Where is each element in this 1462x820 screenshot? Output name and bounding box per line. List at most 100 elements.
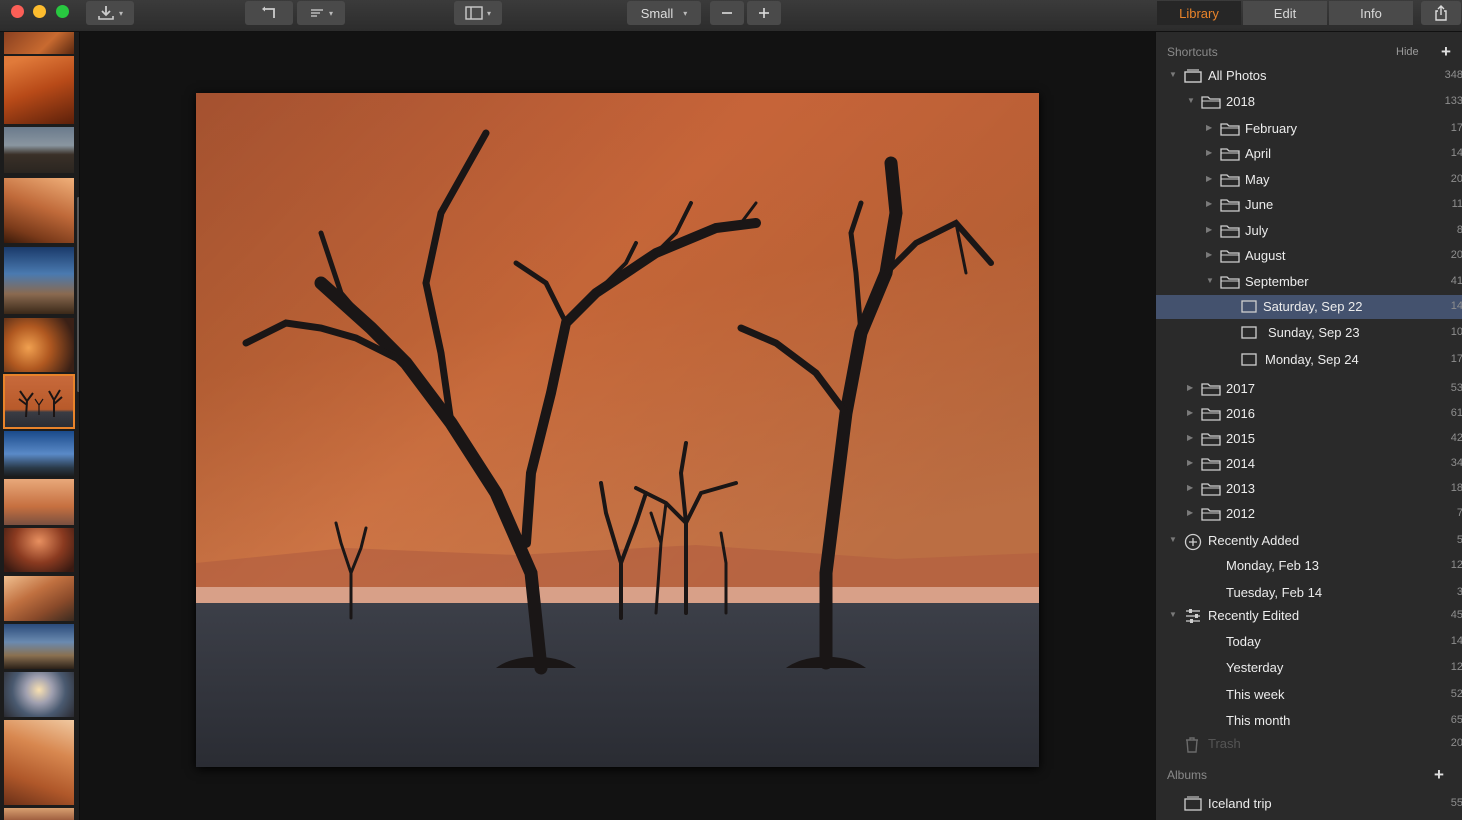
- sidebar-item-count: 5: [1433, 534, 1462, 546]
- sidebar-item-label: Recently Edited: [1208, 608, 1300, 623]
- thumbnail-size-select[interactable]: Small ▾: [627, 1, 701, 25]
- sidebar-item-label: 2014: [1226, 456, 1255, 471]
- sidebar-item-sunday-sep-23[interactable]: Sunday, Sep 23 10: [1156, 321, 1462, 345]
- sidebar-item-2018[interactable]: ▼ 2018 133: [1156, 90, 1462, 114]
- sidebar-item-2014[interactable]: ▶ 2014 34: [1156, 452, 1462, 476]
- sidebar-item-this-month[interactable]: This month 65: [1156, 709, 1462, 733]
- sidebar-item-today[interactable]: Today 14: [1156, 630, 1462, 654]
- sidebar-item-september[interactable]: ▼ September 41: [1156, 270, 1462, 294]
- zoom-in-button[interactable]: [747, 1, 781, 25]
- tab-library[interactable]: Library: [1157, 1, 1241, 25]
- add-album-button[interactable]: +: [1434, 766, 1444, 783]
- thumbnail[interactable]: [4, 127, 74, 173]
- disclosure-collapsed-icon[interactable]: ▶: [1187, 433, 1193, 442]
- thumbnail[interactable]: [4, 808, 74, 820]
- disclosure-collapsed-icon[interactable]: ▶: [1187, 458, 1193, 467]
- thumbnail[interactable]: [4, 720, 74, 805]
- sidebar-item-recently-edited[interactable]: ▼ Recently Edited 45: [1156, 604, 1462, 628]
- sidebar-item-tuesday-feb-14[interactable]: Tuesday, Feb 14 3: [1156, 581, 1462, 605]
- sidebar-item-2015[interactable]: ▶ 2015 42: [1156, 427, 1462, 451]
- sliders-icon: [1184, 608, 1202, 629]
- thumbnail[interactable]: [4, 431, 74, 477]
- sidebar-item-count: 10: [1450, 326, 1462, 338]
- disclosure-collapsed-icon[interactable]: ▶: [1206, 174, 1212, 183]
- disclosure-expanded-icon[interactable]: ▼: [1169, 610, 1177, 619]
- sidebar-item-2012[interactable]: ▶ 2012 7: [1156, 502, 1462, 526]
- day-icon: [1240, 299, 1258, 319]
- sidebar-item-yesterday[interactable]: Yesterday 12: [1156, 656, 1462, 680]
- sidebar-item-iceland-trip[interactable]: Iceland trip 55: [1156, 792, 1462, 816]
- thumbnail[interactable]: [4, 318, 74, 372]
- sidebar-item-february[interactable]: ▶ February 17: [1156, 117, 1462, 141]
- disclosure-collapsed-icon[interactable]: ▶: [1187, 383, 1193, 392]
- add-shortcut-button[interactable]: +: [1441, 43, 1451, 60]
- share-button[interactable]: [1421, 1, 1461, 25]
- tab-edit[interactable]: Edit: [1243, 1, 1327, 25]
- sidebar-item-label: May: [1245, 172, 1270, 187]
- folder-icon: [1201, 381, 1221, 401]
- disclosure-expanded-icon[interactable]: ▼: [1169, 70, 1177, 79]
- folder-icon: [1220, 121, 1240, 141]
- sidebar-item-this-week[interactable]: This week 52: [1156, 683, 1462, 707]
- sidebar-item-april[interactable]: ▶ April 14: [1156, 142, 1462, 166]
- disclosure-collapsed-icon[interactable]: ▶: [1187, 483, 1193, 492]
- sidebar-item-trash[interactable]: Trash 20: [1156, 732, 1462, 756]
- disclosure-collapsed-icon[interactable]: ▶: [1206, 250, 1212, 259]
- sidebar-item-label: 2018: [1226, 94, 1255, 109]
- disclosure-expanded-icon[interactable]: ▼: [1169, 535, 1177, 544]
- sidebar-item-2017[interactable]: ▶ 2017 53: [1156, 377, 1462, 401]
- sidebar-item-count: 45: [1450, 609, 1462, 621]
- disclosure-collapsed-icon[interactable]: ▶: [1187, 508, 1193, 517]
- sidebar-item-monday-sep-24[interactable]: Monday, Sep 24 17: [1156, 348, 1462, 372]
- sort-button[interactable]: ▾: [297, 1, 345, 25]
- sidebar-item-saturday-sep-22[interactable]: Saturday, Sep 22 14: [1156, 295, 1462, 319]
- sidebar-item-all-photos[interactable]: ▼ All Photos 348: [1156, 64, 1462, 88]
- disclosure-expanded-icon[interactable]: ▼: [1206, 276, 1214, 285]
- sidebar-item-monday-feb-13[interactable]: Monday, Feb 13 12: [1156, 554, 1462, 578]
- minimize-window-button[interactable]: [33, 5, 46, 18]
- zoom-window-button[interactable]: [56, 5, 69, 18]
- sidebar-item-june[interactable]: ▶ June 11: [1156, 193, 1462, 217]
- sidebar-item-july[interactable]: ▶ July 8: [1156, 219, 1462, 243]
- hide-shortcuts-button[interactable]: Hide: [1396, 46, 1419, 58]
- thumbnail[interactable]: [4, 247, 74, 314]
- sidebar-item-count: 7: [1433, 507, 1462, 519]
- disclosure-collapsed-icon[interactable]: ▶: [1206, 199, 1212, 208]
- disclosure-expanded-icon[interactable]: ▼: [1187, 96, 1195, 105]
- thumbnail[interactable]: [4, 178, 74, 243]
- thumbnail[interactable]: [4, 528, 74, 572]
- sidebar-item-august[interactable]: ▶ August 20: [1156, 244, 1462, 268]
- disclosure-collapsed-icon[interactable]: ▶: [1206, 123, 1212, 132]
- sidebar-item-2016[interactable]: ▶ 2016 61: [1156, 402, 1462, 426]
- close-window-button[interactable]: [11, 5, 24, 18]
- thumbnail[interactable]: [4, 56, 74, 124]
- sidebar-item-count: 17: [1450, 122, 1462, 134]
- folder-icon: [1220, 248, 1240, 268]
- disclosure-collapsed-icon[interactable]: ▶: [1206, 225, 1212, 234]
- disclosure-collapsed-icon[interactable]: ▶: [1187, 408, 1193, 417]
- sidebar-item-label: Tuesday, Feb 14: [1226, 585, 1323, 600]
- sidebar-item-2013[interactable]: ▶ 2013 18: [1156, 477, 1462, 501]
- thumbnail[interactable]: [4, 479, 74, 525]
- sidebar-item-label: Iceland trip: [1208, 796, 1272, 811]
- sidebar-item-recently-added[interactable]: ▼ Recently Added 5: [1156, 529, 1462, 553]
- folder-icon: [1201, 431, 1221, 451]
- thumbnail[interactable]: [4, 672, 74, 717]
- thumbnail[interactable]: [4, 624, 74, 669]
- album-icon: [1184, 796, 1202, 816]
- folder-icon: [1220, 146, 1240, 166]
- tab-info[interactable]: Info: [1329, 1, 1413, 25]
- sidebar-item-may[interactable]: ▶ May 20: [1156, 168, 1462, 192]
- layout-toggle-button[interactable]: ▾: [454, 1, 502, 25]
- zoom-out-button[interactable]: [710, 1, 744, 25]
- sidebar-item-label: Monday, Sep 24: [1265, 352, 1359, 367]
- sidebar-item-count: 61: [1450, 407, 1462, 419]
- filmstrip: [0, 32, 80, 820]
- thumbnail[interactable]: [4, 32, 74, 54]
- thumbnail-selected[interactable]: [3, 374, 75, 429]
- rotate-button[interactable]: [245, 1, 293, 25]
- thumbnail[interactable]: [4, 576, 74, 621]
- main-photo[interactable]: [196, 93, 1039, 767]
- disclosure-collapsed-icon[interactable]: ▶: [1206, 148, 1212, 157]
- import-button[interactable]: ▾: [86, 1, 134, 25]
